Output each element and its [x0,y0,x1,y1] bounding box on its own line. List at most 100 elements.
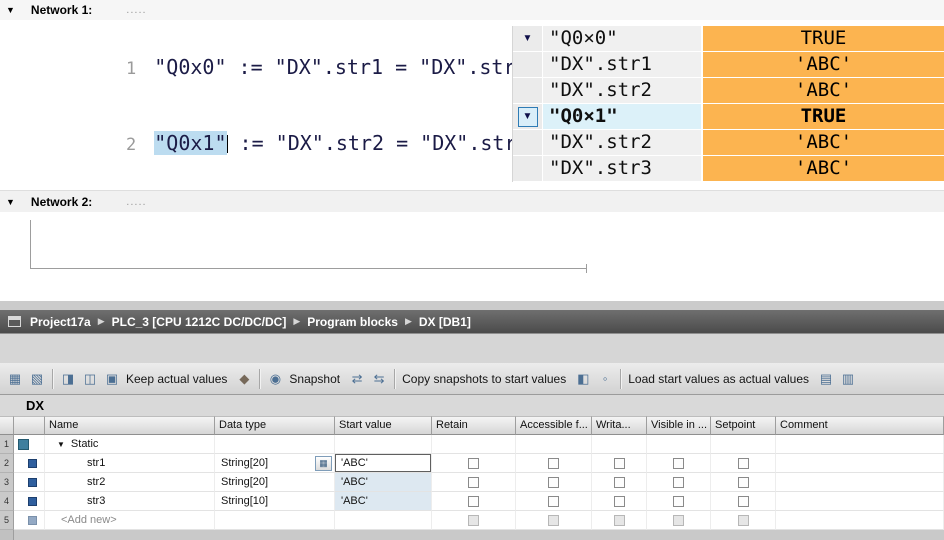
expander-box[interactable]: ▼ [518,107,538,127]
collapse-network1-icon[interactable]: ▼ [6,5,15,15]
retain-checkbox[interactable] [468,496,479,507]
copy-selected-icon[interactable]: ◦ [595,369,615,389]
reset-values-icon[interactable]: ◨ [58,369,78,389]
code-line-2[interactable]: 2"Q0x1" := "DX".str2 = "DX".str3; [0,104,541,130]
accessible-cell[interactable] [516,492,592,511]
header-writable[interactable]: Writa... [592,416,647,435]
comment-cell[interactable] [776,435,944,454]
retain-checkbox[interactable] [468,458,479,469]
transfer-snapshot-icon[interactable]: ⇄ [347,369,367,389]
data-type-cell[interactable]: String[20]▦ [215,454,335,473]
visible-checkbox[interactable] [673,458,684,469]
visible-cell[interactable] [647,492,711,511]
accessible-checkbox[interactable] [548,496,559,507]
writable-cell[interactable] [592,473,647,492]
network1-header[interactable]: ▼ Network 1: ..... [0,0,944,20]
table-row-str1[interactable]: 2 str1 String[20]▦ 'ABC' [0,454,944,473]
update-interface-icon[interactable]: ◫ [80,369,100,389]
monitor-tag-name[interactable]: "Q0×0" [542,26,701,52]
network2-header[interactable]: ▼ Network 2: ..... [0,190,944,212]
collapse-static-icon[interactable]: ▼ [57,440,65,449]
start-value-cell[interactable]: 'ABC' [335,492,432,511]
data-type-cell[interactable]: String[20] [215,473,335,492]
collapse-network2-icon[interactable]: ▼ [6,197,15,207]
visible-cell[interactable] [647,454,711,473]
setpoint-cell[interactable] [711,492,776,511]
table-row-str3[interactable]: 4 str3 String[10] 'ABC' [0,492,944,511]
accessible-checkbox[interactable] [548,458,559,469]
setpoint-cell[interactable] [711,454,776,473]
retain-cell[interactable] [432,473,516,492]
chevron-down-icon[interactable]: ▼ [523,33,533,44]
visible-cell[interactable] [647,473,711,492]
setpoint-checkbox[interactable] [738,458,749,469]
load-all-icon[interactable]: ▤ [816,369,836,389]
breadcrumb-project[interactable]: Project17a [30,315,91,329]
writable-checkbox[interactable] [614,458,625,469]
retain-cell[interactable] [432,454,516,473]
header-name[interactable]: Name [45,416,215,435]
start-value-cell[interactable]: 'ABC' [335,473,432,492]
writable-cell[interactable] [592,454,647,473]
table-row-str2[interactable]: 3 str2 String[20] 'ABC' [0,473,944,492]
name-cell[interactable]: ▼Static [45,435,215,454]
selected-token[interactable]: "Q0x1" [154,131,226,155]
header-start-value[interactable]: Start value [335,416,432,435]
monitor-tag-name[interactable]: "DX".str3 [542,156,701,182]
retain-cell[interactable] [432,492,516,511]
monitor-expander[interactable]: ▼ [513,26,542,52]
table-row-add-new[interactable]: 5 <Add new> [0,511,944,530]
setpoint-cell[interactable] [711,473,776,492]
keep-actual-values-button[interactable]: Keep actual values [126,372,227,386]
name-cell[interactable]: str3 [45,492,215,511]
monitor-tag-name[interactable]: "Q0×1" [542,104,701,130]
monitor-tag-name[interactable]: "DX".str2 [542,78,701,104]
keep-actual-values-icon[interactable]: ▣ [102,369,122,389]
monitor-tag-name[interactable]: "DX".str2 [542,130,701,156]
snapshot-button[interactable]: Snapshot [289,372,340,386]
data-type-cell[interactable]: String[10] [215,492,335,511]
breadcrumb-program-blocks[interactable]: Program blocks [307,315,398,329]
name-cell[interactable]: str2 [45,473,215,492]
data-type-cell[interactable] [215,435,335,454]
comment-cell[interactable] [776,454,944,473]
accessible-cell[interactable] [516,473,592,492]
code-text-1[interactable]: "Q0x0" := "DX".str1 = "DX".str2; [154,55,539,79]
snapshot-icon[interactable]: ◉ [265,369,285,389]
ladder-canvas[interactable] [0,212,944,301]
chevron-down-icon[interactable]: ▼ [523,111,533,122]
load-selected-icon[interactable]: ▥ [838,369,858,389]
header-visible[interactable]: Visible in ... [647,416,711,435]
visible-checkbox[interactable] [673,496,684,507]
header-retain[interactable]: Retain [432,416,516,435]
insert-row-icon[interactable]: ▦ [5,369,25,389]
monitor-tag-name[interactable]: "DX".str1 [542,52,701,78]
monitor-expander[interactable]: ▼ [513,104,542,130]
code-line-1[interactable]: 1"Q0x0" := "DX".str1 = "DX".str2; [0,28,540,54]
copy-snapshots-button[interactable]: Copy snapshots to start values [402,372,566,386]
header-setpoint[interactable]: Setpoint [711,416,776,435]
accessible-cell[interactable] [516,454,592,473]
start-value-cell-editing[interactable]: 'ABC' [335,454,432,473]
network1-comment[interactable]: ..... [126,4,146,16]
writable-checkbox[interactable] [614,477,625,488]
retain-checkbox[interactable] [468,477,479,488]
name-cell[interactable]: str1 [45,454,215,473]
code-text-2[interactable]: := "DX".str2 = "DX".str3; [228,131,541,155]
start-value-cell[interactable] [335,435,432,454]
header-accessible[interactable]: Accessible f... [516,416,592,435]
breadcrumb-plc[interactable]: PLC_3 [CPU 1212C DC/DC/DC] [112,315,287,329]
table-row-static[interactable]: 1 ▼Static [0,435,944,454]
breadcrumb-db[interactable]: DX [DB1] [419,315,471,329]
load-start-values-button[interactable]: Load start values as actual values [628,372,809,386]
accessible-checkbox[interactable] [548,477,559,488]
header-data-type[interactable]: Data type [215,416,335,435]
add-new-cell[interactable]: <Add new> [45,511,215,530]
add-row-icon[interactable]: ▧ [27,369,47,389]
writable-cell[interactable] [592,492,647,511]
writable-checkbox[interactable] [614,496,625,507]
lock-values-icon[interactable]: ◆ [234,369,254,389]
setpoint-checkbox[interactable] [738,477,749,488]
setpoint-checkbox[interactable] [738,496,749,507]
network2-comment[interactable]: ..... [126,196,146,208]
